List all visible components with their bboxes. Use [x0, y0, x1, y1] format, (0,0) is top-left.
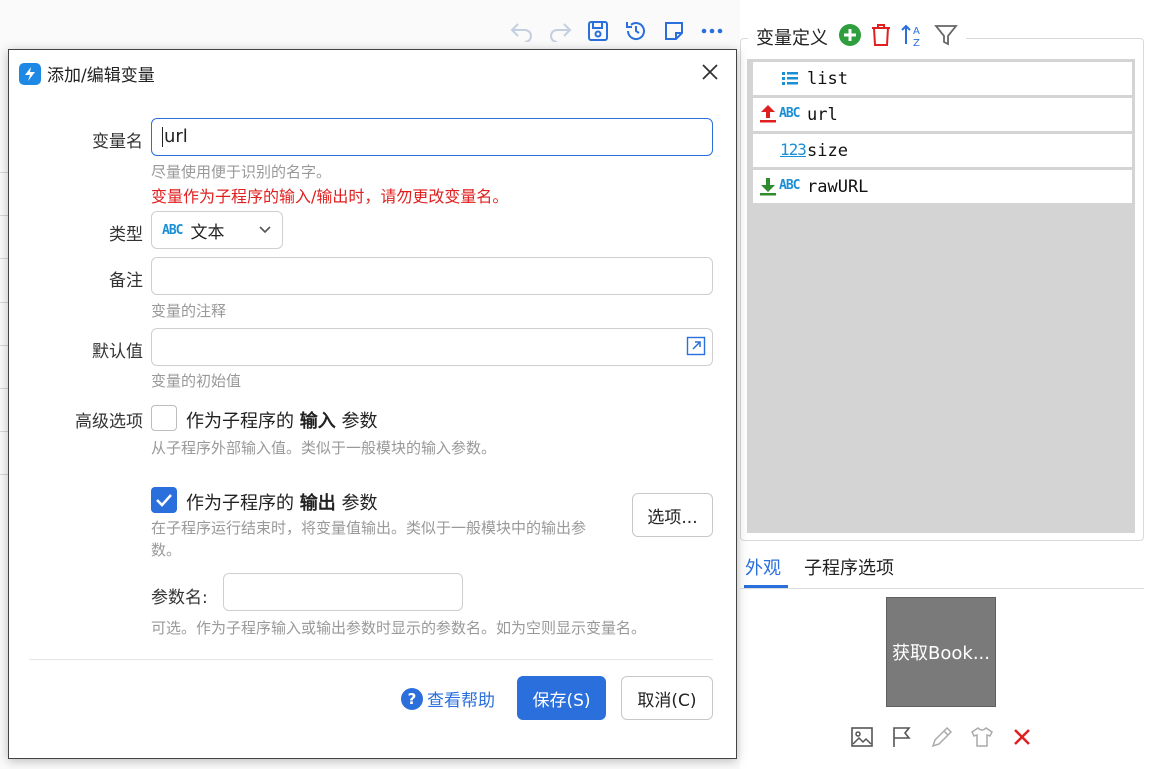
note-input[interactable] — [151, 257, 713, 295]
param-name-label: 参数名: — [151, 588, 208, 608]
output-param-bold: 输出 — [299, 493, 336, 514]
history-icon[interactable] — [620, 15, 652, 47]
input-param-suffix: 参数 — [341, 411, 378, 432]
cancel-button[interactable]: 取消(C) — [621, 676, 713, 720]
close-red-icon[interactable] — [1010, 725, 1034, 749]
input-arrow-down-icon — [760, 178, 776, 196]
property-tabs: 外观 子程序选项 — [740, 548, 1144, 589]
output-param-prefix: 作为子程序的 — [186, 493, 294, 514]
image-icon[interactable] — [850, 725, 874, 749]
abc-icon: ABC — [162, 222, 184, 238]
filter-icon[interactable] — [934, 23, 958, 51]
chevron-down-icon — [259, 226, 271, 234]
undo-icon[interactable] — [506, 15, 538, 47]
save-button[interactable]: 保存(S) — [517, 676, 606, 720]
number-icon: 123 — [780, 140, 807, 159]
sort-az-icon[interactable]: AZ — [900, 22, 926, 52]
variable-name-value: url — [164, 126, 188, 147]
input-param-checkbox[interactable] — [151, 405, 177, 431]
variable-type-cell: ABC — [753, 170, 807, 203]
variable-row-url[interactable]: ABC url — [753, 98, 1132, 131]
save-icon[interactable] — [582, 15, 614, 47]
thumbnail-toolbar — [850, 722, 1040, 752]
variable-name-input[interactable]: url — [151, 118, 713, 156]
variable-name: size — [807, 140, 848, 161]
help-link[interactable]: ? 查看帮助 — [401, 686, 495, 711]
variable-type-cell: ABC — [753, 98, 807, 131]
thumbnail-label: 获取Book... — [892, 643, 990, 664]
tab-subroutine-options[interactable]: 子程序选项 — [804, 554, 894, 580]
name-warning: 变量作为子程序的输入/输出时，请勿更改变量名。 — [151, 187, 509, 206]
variable-type-cell: 123 — [753, 134, 807, 167]
type-value: 文本 — [190, 222, 225, 243]
output-param-checkbox[interactable] — [151, 487, 177, 513]
param-name-hint: 可选。作为子程序输入或输出参数时显示的参数名。如为空则显示变量名。 — [151, 619, 647, 637]
input-param-label: 作为子程序的 输入 参数 — [186, 407, 377, 433]
abc-icon: ABC — [779, 106, 801, 121]
flag-icon[interactable] — [890, 725, 914, 749]
type-label: 类型 — [109, 225, 143, 245]
editor-toolbar — [506, 12, 734, 50]
output-param-label: 作为子程序的 输出 参数 — [186, 489, 377, 515]
variable-name: rawURL — [807, 176, 869, 197]
variable-row-rawurl[interactable]: ABC rawURL — [753, 170, 1132, 203]
abc-icon: ABC — [779, 178, 801, 193]
app-logo-icon — [19, 62, 41, 85]
help-label: 查看帮助 — [427, 691, 495, 711]
variable-name: url — [807, 104, 838, 125]
default-value-hint: 变量的初始值 — [151, 372, 242, 390]
param-name-input[interactable] — [223, 573, 463, 611]
check-icon — [156, 494, 172, 507]
output-param-suffix: 参数 — [341, 493, 378, 514]
more-icon[interactable] — [696, 15, 728, 47]
variable-panel-header: 变量定义 AZ — [748, 20, 966, 54]
note-hint: 变量的注释 — [151, 302, 227, 320]
type-select[interactable]: ABC 文本 — [151, 211, 283, 249]
note-label: 备注 — [109, 271, 143, 291]
input-param-hint: 从子程序外部输入值。类似于一般模块的输入参数。 — [151, 439, 497, 457]
input-param-bold: 输入 — [299, 411, 336, 432]
list-icon — [753, 62, 807, 95]
help-icon: ? — [401, 687, 423, 710]
delete-variable-icon[interactable] — [870, 23, 892, 51]
redo-icon[interactable] — [544, 15, 576, 47]
note-icon[interactable] — [658, 15, 690, 47]
shirt-icon[interactable] — [970, 725, 994, 749]
active-tab-indicator — [744, 585, 788, 588]
variable-row-list[interactable]: list — [753, 62, 1132, 95]
variable-name: list — [807, 68, 848, 89]
eyedropper-icon[interactable] — [930, 725, 954, 749]
output-param-hint-line1: 在子程序运行结束时，将变量值输出。类似于一般模块中的输出参 — [151, 519, 587, 537]
output-arrow-up-icon — [760, 105, 776, 123]
variable-panel-title: 变量定义 — [756, 28, 828, 49]
tab-appearance[interactable]: 外观 — [745, 554, 781, 580]
edit-variable-dialog: 添加/编辑变量 变量名 url 尽量使用便于识别的名字。 变量作为子程序的输入/… — [8, 49, 737, 759]
name-hint: 尽量使用便于识别的名字。 — [151, 163, 332, 181]
close-icon[interactable] — [698, 60, 722, 84]
output-param-hint-line2: 数。 — [151, 541, 182, 559]
svg-text:Z: Z — [913, 38, 920, 48]
footer-divider — [29, 659, 713, 660]
default-value-label: 默认值 — [92, 342, 143, 362]
dialog-titlebar: 添加/编辑变量 — [19, 61, 155, 86]
variable-list: list ABC url 123 size ABC rawURL — [747, 59, 1135, 533]
name-label: 变量名 — [92, 132, 143, 152]
input-param-prefix: 作为子程序的 — [186, 411, 294, 432]
variable-row-size[interactable]: 123 size — [753, 134, 1132, 167]
text-caret — [162, 127, 163, 147]
dialog-title: 添加/编辑变量 — [47, 66, 155, 86]
options-button[interactable]: 选项... — [632, 493, 713, 537]
advanced-label: 高级选项 — [75, 412, 143, 432]
expand-editor-icon[interactable] — [686, 336, 706, 356]
svg-text:A: A — [913, 26, 920, 37]
add-variable-icon[interactable] — [838, 23, 862, 51]
module-thumbnail[interactable]: 获取Book... — [886, 597, 996, 707]
default-value-input[interactable] — [151, 328, 713, 366]
